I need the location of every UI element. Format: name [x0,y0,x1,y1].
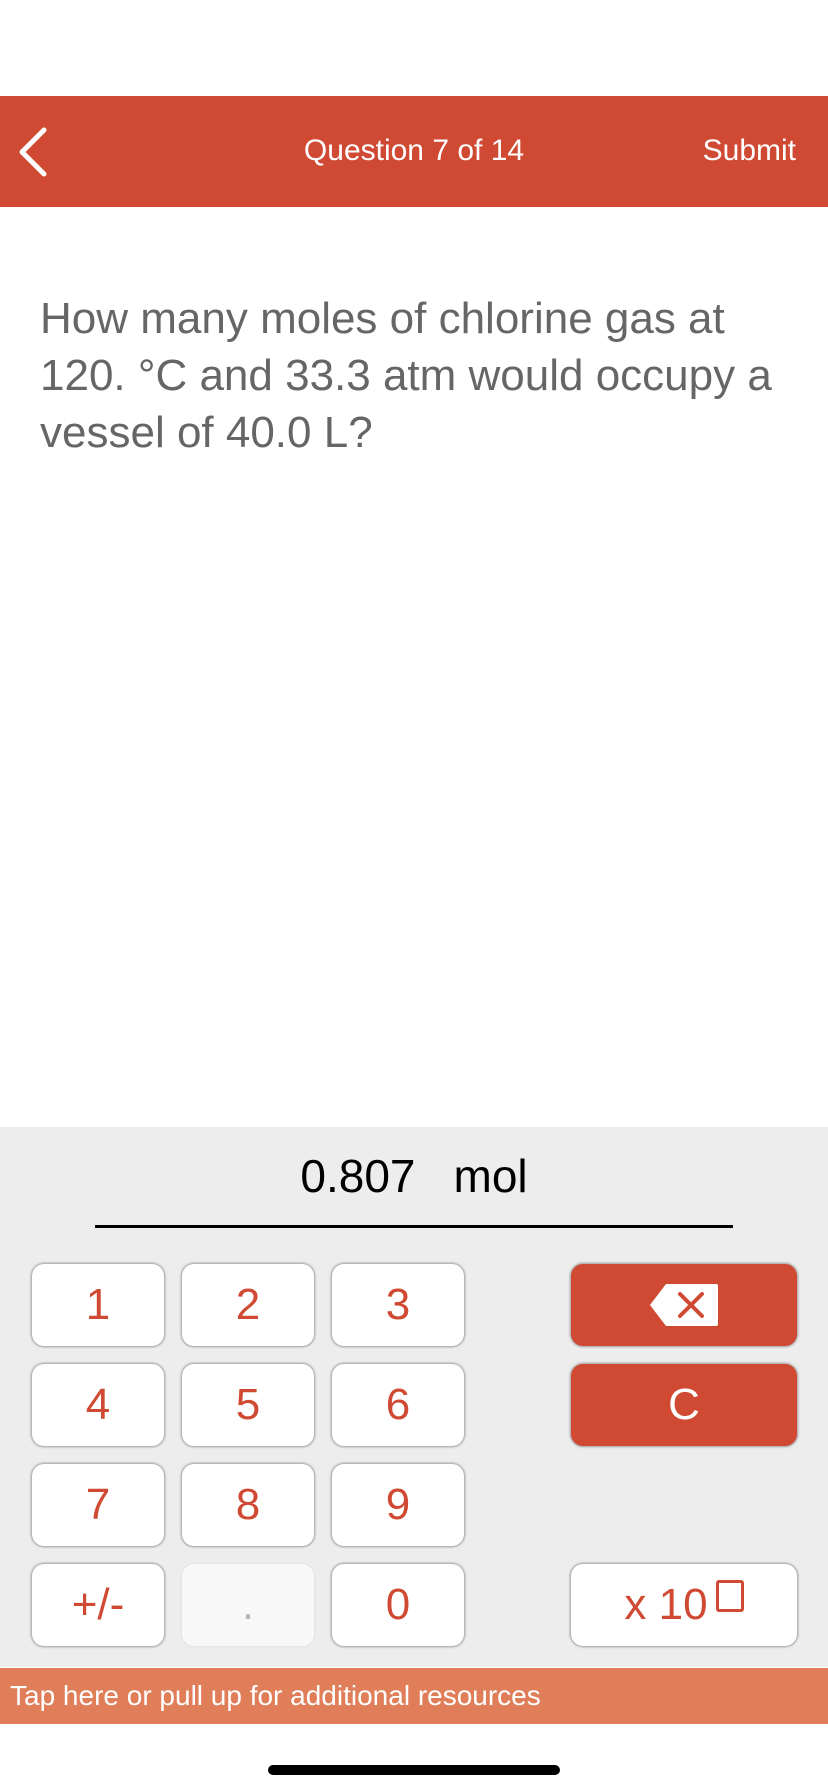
backspace-button[interactable] [571,1264,797,1346]
answer-value: 0.807 [300,1150,416,1202]
key-4[interactable]: 4 [32,1364,164,1446]
key-6[interactable]: 6 [332,1364,464,1446]
key-8[interactable]: 8 [182,1464,314,1546]
backspace-icon [650,1284,718,1326]
question-text: How many moles of chlorine gas at 120. °… [40,294,772,457]
exponent-button[interactable]: x 10 [571,1564,797,1646]
header-bar: Question 7 of 14 Submit [0,96,828,207]
answer-unit: mol [453,1150,528,1202]
exponent-label: x 10 [624,1580,708,1629]
key-9[interactable]: 9 [332,1464,464,1546]
key-plus-minus[interactable]: +/- [32,1564,164,1646]
answer-field[interactable]: 0.807 mol [95,1149,733,1209]
key-2[interactable]: 2 [182,1264,314,1346]
clear-button[interactable]: C [571,1364,797,1446]
exponent-box-icon [715,1580,744,1612]
key-3[interactable]: 3 [332,1264,464,1346]
answer-keypad: 0.807 mol 1 2 3 4 5 6 C 7 8 9 +/- . 0 x 1… [0,1127,828,1667]
key-decimal[interactable]: . [182,1564,314,1646]
submit-button[interactable]: Submit [703,134,796,168]
resources-bar[interactable]: Tap here or pull up for additional resou… [0,1668,828,1724]
key-1[interactable]: 1 [32,1264,164,1346]
answer-underline [95,1225,733,1228]
key-5[interactable]: 5 [182,1364,314,1446]
key-7[interactable]: 7 [32,1464,164,1546]
home-indicator[interactable] [268,1765,560,1775]
key-0[interactable]: 0 [332,1564,464,1646]
